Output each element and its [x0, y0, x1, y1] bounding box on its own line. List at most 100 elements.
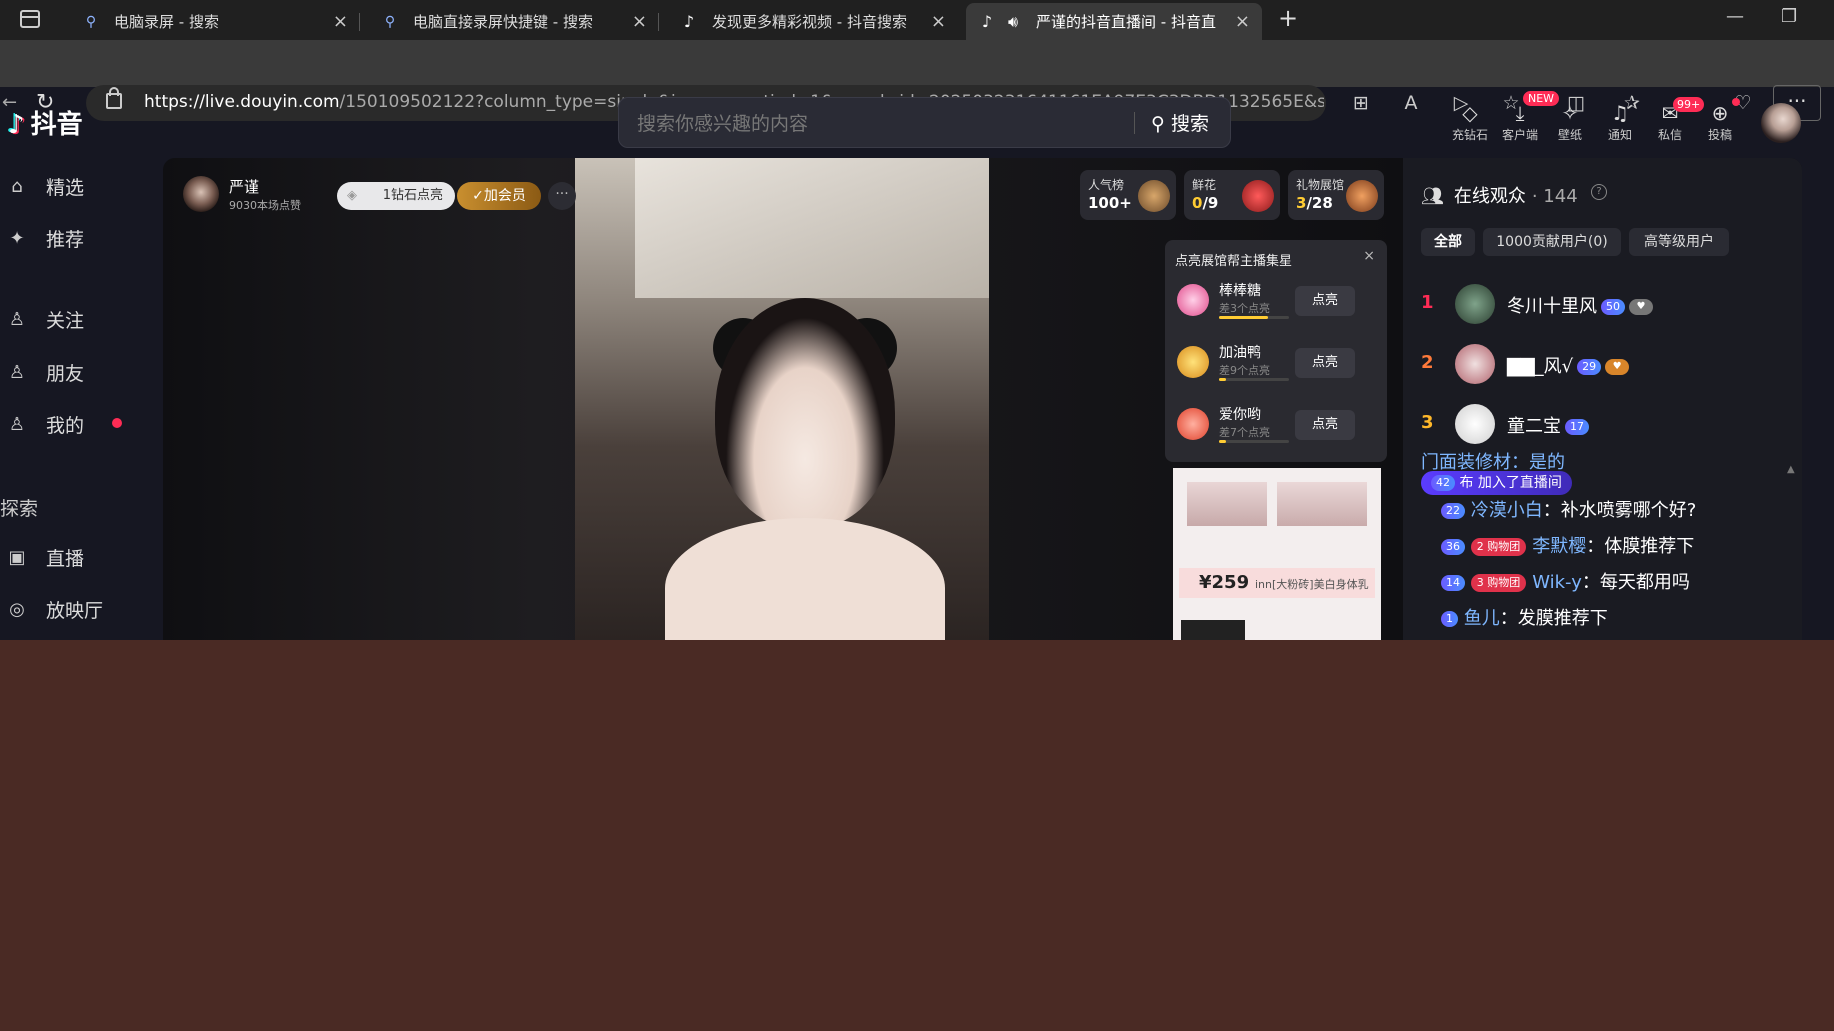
sidebar-item-recommend[interactable]: ✦ 推荐 [6, 223, 156, 253]
header-item-label: 客户端 [1501, 128, 1538, 142]
light-up-button[interactable]: 点亮 [1295, 348, 1355, 378]
popularity-badge-icon [1138, 180, 1170, 212]
product-description: inn[大粉砖]美白身体乳 [1255, 578, 1369, 591]
sidebar-item-me[interactable]: ♙ 我的 [6, 409, 156, 439]
rank-username: 冬川十里风 [1507, 296, 1597, 317]
header-item-label: 投稿 [1707, 128, 1732, 142]
avatar[interactable] [1455, 284, 1495, 324]
search-icon: ⚲ [1151, 113, 1171, 135]
level-badge: 50 [1601, 299, 1625, 315]
tab-3[interactable]: ♪ 发现更多精彩视频 - 抖音搜索 × [668, 3, 958, 40]
host-likes: 9030本场点赞 [229, 199, 301, 212]
rank-username: ▇▇_风√ [1507, 356, 1574, 377]
product-image [1277, 482, 1367, 526]
chat-username[interactable]: 李默樱 [1532, 536, 1586, 557]
scroll-up-icon[interactable]: ▲ [1787, 464, 1795, 475]
douyin-icon: ♪ [683, 11, 695, 31]
speaker-icon[interactable]: 🔊︎ [1004, 12, 1022, 31]
avatar[interactable] [1455, 404, 1495, 444]
diamond-icon: ◇ [1462, 101, 1478, 125]
tab-high-level[interactable]: 高等级用户 [1629, 228, 1729, 256]
video-ceiling [635, 158, 989, 298]
audience-rank-row[interactable]: 3 童二宝 17 [1421, 402, 1781, 446]
app-grid-icon[interactable]: ⊞ [1349, 92, 1373, 114]
sidebar-item-live[interactable]: ▣ 直播 [6, 542, 156, 572]
friends-icon: ♙ [8, 361, 26, 383]
sidebar-item-featured[interactable]: ⌂ 精选 [6, 171, 156, 201]
audience-rank-row[interactable]: 1 冬川十里风 50 ♥ [1421, 282, 1781, 326]
gift-remaining: 差7个点亮 [1219, 426, 1270, 439]
rank-username: 童二宝 [1507, 416, 1561, 437]
avatar[interactable] [1455, 344, 1495, 384]
level-badge: 22 [1441, 503, 1465, 519]
sidebar-item-following[interactable]: ♙ 关注 [6, 304, 156, 334]
diamond-light-button[interactable]: ◈ 1钻石点亮 [337, 182, 455, 210]
gift-name: 加油鸭 [1219, 345, 1261, 361]
douyin-logo-icon: ♪ [8, 110, 25, 140]
minimize-icon[interactable]: — [1726, 6, 1744, 27]
gift-progress-fill [1219, 316, 1268, 319]
close-icon[interactable]: × [1363, 248, 1375, 264]
chat-message: 36 2 购物团 李默樱：体膜推荐下 [1437, 532, 1694, 558]
close-icon[interactable]: × [632, 11, 647, 32]
gift-progress-bar [1219, 440, 1289, 443]
close-icon[interactable]: × [1235, 11, 1250, 32]
tab-1[interactable]: ⚲ 电脑录屏 - 搜索 × [70, 3, 360, 40]
flowers-counter[interactable]: 鲜花 0/9 [1184, 170, 1280, 220]
chat-username[interactable]: 冷漠小白 [1471, 500, 1543, 521]
user-avatar[interactable] [1761, 103, 1801, 143]
close-icon[interactable]: × [931, 11, 946, 32]
tab-4-active[interactable]: ♪ 🔊︎ 严谨的抖音直播间 - 抖音直 × [966, 3, 1262, 40]
tab-title: 电脑直接录屏快捷键 - 搜索 [413, 13, 593, 31]
gift-gallery-counter[interactable]: 礼物展馆 3/28 [1288, 170, 1384, 220]
read-aloud-icon[interactable]: A [1399, 92, 1423, 114]
close-icon[interactable]: × [333, 11, 348, 32]
product-card[interactable]: ¥259 inn[大粉砖]美白身体乳 [1173, 468, 1381, 640]
help-icon[interactable]: ? [1591, 184, 1607, 200]
host-avatar[interactable] [183, 176, 219, 212]
sidebar-item-friends[interactable]: ♙ 朋友 [6, 357, 156, 387]
restore-icon[interactable]: ❐ [1781, 6, 1797, 27]
cinema-icon: ◎ [9, 598, 25, 620]
header-item-label: 通知 [1607, 128, 1632, 142]
lock-icon[interactable] [106, 87, 122, 109]
new-tab-icon[interactable]: + [1278, 4, 1298, 32]
rank-number: 2 [1421, 352, 1434, 373]
upload-button[interactable]: ⊕ 投稿 [1697, 100, 1743, 143]
wallpaper-button[interactable]: ✧ 壁纸 [1547, 100, 1593, 143]
gift-progress-bar [1219, 316, 1289, 319]
tab-separator [658, 13, 659, 31]
popularity-rank[interactable]: 人气榜 100+ [1080, 170, 1176, 220]
douyin-logo[interactable]: ♪ 抖音 [8, 104, 83, 141]
join-member-label: 加会员 [483, 188, 526, 204]
sidebar-item-cinema[interactable]: ◎ 放映厅 [6, 594, 156, 624]
tab-all[interactable]: 全部 [1421, 228, 1475, 256]
upload-red-dot [1732, 98, 1740, 106]
chat-username[interactable]: Wik-y [1532, 572, 1582, 593]
live-tv-icon: ▣ [8, 546, 26, 568]
host-card[interactable]: 严谨 9030本场点赞 [183, 176, 323, 216]
live-video[interactable] [575, 158, 989, 640]
search-button[interactable]: ⚲ 搜索 [1151, 109, 1209, 136]
light-up-button[interactable]: 点亮 [1295, 410, 1355, 440]
chat-username[interactable]: 鱼儿 [1464, 608, 1500, 629]
chat-text: ：发膜推荐下 [1499, 608, 1608, 629]
light-up-button[interactable]: 点亮 [1295, 286, 1355, 316]
client-download-button[interactable]: ⤓ 客户端 [1497, 100, 1543, 143]
gift-item: 爱你哟 差7个点亮 点亮 [1173, 400, 1379, 452]
heart-badge-icon: ♥ [1605, 359, 1630, 375]
tab-top-contributors[interactable]: 1000贡献用户(0) [1483, 228, 1621, 256]
tab-2[interactable]: ⚲ 电脑直接录屏快捷键 - 搜索 × [369, 3, 659, 40]
video-host-figure [715, 298, 895, 528]
tab-actions-icon[interactable] [20, 10, 40, 28]
gift-remaining: 差9个点亮 [1219, 364, 1270, 377]
notification-button[interactable]: ♫ 通知 [1597, 100, 1643, 143]
audience-rank-row[interactable]: 2 ▇▇_风√ 29 ♥ [1421, 342, 1781, 386]
search-input[interactable] [635, 98, 1079, 149]
join-member-button[interactable]: ✓加会员 [457, 182, 541, 210]
sparkle-icon: ✦ [9, 227, 25, 249]
search-icon: ⚲ [384, 13, 396, 30]
level-badge: 36 [1441, 539, 1465, 555]
more-options-button[interactable]: ··· [548, 182, 576, 210]
recharge-diamond-button[interactable]: ◇ 充钻石 [1447, 100, 1493, 143]
